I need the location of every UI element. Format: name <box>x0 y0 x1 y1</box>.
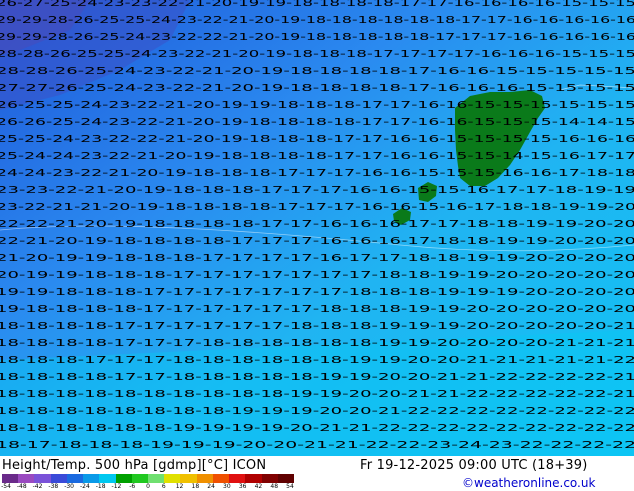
legend-swatch <box>83 474 100 483</box>
legend-swatch <box>18 474 35 483</box>
legend-swatch <box>147 474 165 483</box>
legend-tick-label: -12 <box>111 483 122 490</box>
legend-swatch <box>180 474 197 483</box>
legend-swatch <box>66 474 84 483</box>
map-title: Height/Temp. 500 hPa [gdmp][°C] ICON <box>2 458 267 473</box>
legend-tick-label: 42 <box>254 483 263 490</box>
legend-tick-label: 30 <box>223 483 231 490</box>
legend-swatch <box>34 474 51 483</box>
site-credit[interactable]: ©weatheronline.co.uk <box>462 476 595 490</box>
legend-swatch <box>2 474 19 483</box>
legend-tick-label: -38 <box>48 483 59 490</box>
legend-swatch <box>229 474 246 483</box>
legend-tick-label: -18 <box>95 483 106 490</box>
legend-swatch <box>277 474 294 483</box>
legend-tick-label: 24 <box>207 483 215 490</box>
legend-tick-label: 36 <box>238 483 247 490</box>
weather-map: 26-27-25-24-23-23-22-21-20-19-19-18-18-1… <box>0 0 634 456</box>
legend-tick-label: 18 <box>191 483 200 490</box>
legend-tick-label: 48 <box>270 483 279 490</box>
legend-tick-label: 54 <box>286 483 294 490</box>
legend-swatch <box>99 474 116 483</box>
legend-tick-label: -48 <box>16 483 27 490</box>
legend-swatch <box>212 474 230 483</box>
color-legend: -54 -48 -42 -38 -30 -24 -18 -12 -6 0 6 12 18 24 30 36 42… <box>1 474 294 490</box>
legend-swatch <box>50 474 67 483</box>
legend-color-bar <box>2 474 294 483</box>
legend-tick-label: -30 <box>64 483 75 490</box>
legend-tick-label: -6 <box>129 483 136 490</box>
legend-tick-label: 12 <box>175 483 184 490</box>
legend-swatch <box>196 474 213 483</box>
footer-bar: Height/Temp. 500 hPa [gdmp][°C] ICON Fr … <box>0 456 634 490</box>
legend-tick-label: -24 <box>79 483 90 490</box>
legend-tick-label: -54 <box>1 483 11 490</box>
legend-swatch <box>245 474 262 483</box>
legend-tick-label: 6 <box>161 483 166 490</box>
legend-swatch <box>261 474 278 483</box>
legend-tick-label: -42 <box>32 483 43 490</box>
legend-swatch <box>131 474 148 483</box>
map-canvas <box>0 0 634 456</box>
legend-tick-label: 0 <box>146 483 150 490</box>
legend-swatch <box>164 474 181 483</box>
valid-time: Fr 19-12-2025 09:00 UTC (18+39) <box>360 458 588 473</box>
legend-swatch <box>115 474 132 483</box>
